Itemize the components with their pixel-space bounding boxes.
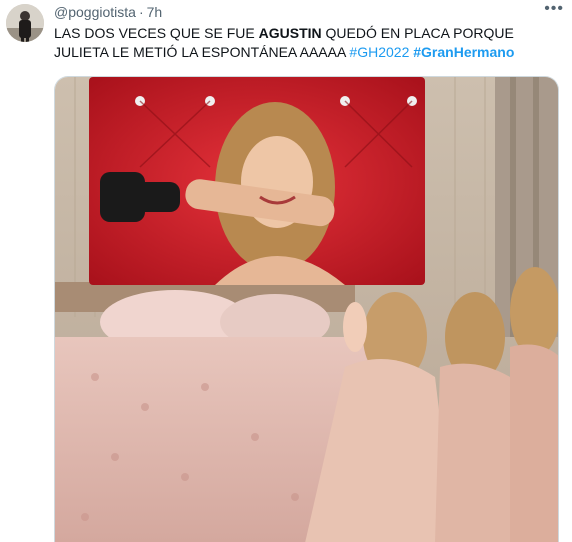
separator: ·	[138, 4, 144, 20]
tweet-text-bold-name: AGUSTIN	[258, 25, 322, 41]
avatar[interactable]	[6, 4, 44, 42]
tweet-time[interactable]: 7h	[147, 4, 163, 20]
user-handle[interactable]: @poggiotista	[54, 4, 136, 20]
hashtag-granhermano[interactable]: #GranHermano	[413, 44, 514, 60]
tweet-media-image[interactable]	[54, 76, 559, 542]
tweet-header: @poggiotista · 7h	[54, 4, 162, 20]
tweet-text-part1: LAS DOS VECES QUE SE FUE	[54, 25, 259, 41]
more-dots-icon[interactable]: •••	[544, 0, 564, 18]
tweet-text: LAS DOS VECES QUE SE FUE AGUSTIN QUEDÓ E…	[54, 24, 559, 62]
hashtag-gh2022[interactable]: #GH2022	[349, 44, 409, 60]
